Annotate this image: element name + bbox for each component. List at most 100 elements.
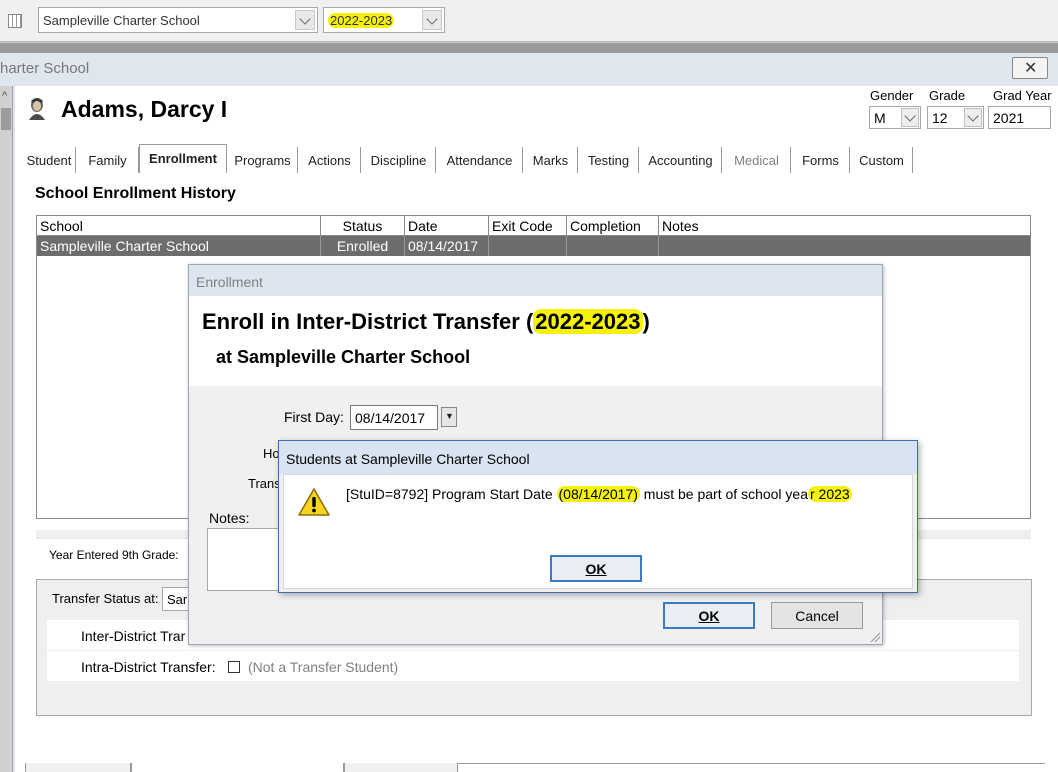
first-day-value: 08/14/2017 (355, 410, 426, 426)
cell-status: Enrolled (321, 236, 405, 256)
enrollment-heading: Enroll in Inter-District Transfer (2022-… (202, 309, 650, 335)
cell-date: 08/14/2017 (405, 236, 489, 256)
left-scrollbar[interactable]: ^ (0, 86, 13, 772)
tab-family[interactable]: Family (77, 147, 139, 173)
enrollment-heading-suffix: ) (642, 309, 650, 334)
enrollment-dialog-title: Enrollment (196, 274, 263, 290)
gender-select[interactable]: M (869, 106, 921, 129)
grad-year-label: Grad Year (993, 88, 1052, 103)
gender-value: M (874, 110, 886, 126)
scroll-thumb[interactable] (1, 108, 11, 130)
chevron-down-icon (967, 110, 979, 122)
alert-titlebar[interactable]: Students at Sampleville Charter School (279, 441, 917, 474)
tab-class-schedule[interactable]: Class Schedule (25, 763, 131, 772)
gender-label: Gender (870, 88, 914, 103)
chevron-down-icon (299, 13, 311, 25)
trans-label: Trans (248, 476, 281, 491)
year-select-dropdown-button[interactable] (422, 10, 442, 30)
first-day-dropdown-button[interactable]: ▼ (441, 407, 457, 427)
chevron-down-icon (904, 110, 916, 122)
tab-enrollment[interactable]: Enrollment (139, 144, 227, 173)
enrollment-dialog-header: Enroll in Inter-District Transfer (2022-… (189, 296, 882, 386)
school-select[interactable]: Sampleville Charter School (38, 7, 318, 33)
tab-programs[interactable]: Programs (228, 147, 298, 173)
warning-icon (298, 488, 330, 516)
triangle-down-icon: ▼ (445, 411, 454, 421)
section-title: School Enrollment History (35, 185, 236, 202)
notes-textarea[interactable] (207, 528, 287, 591)
tab-student[interactable]: Student (23, 147, 76, 173)
tab-school-district-enrollment[interactable]: School and District Enrollment (131, 763, 344, 772)
alert-title: Students at Sampleville Charter School (286, 451, 530, 467)
student-name: Adams, Darcy I (61, 96, 228, 122)
enrollment-heading-year: 2022-2023 (533, 309, 643, 334)
tab-discipline[interactable]: Discipline (362, 147, 436, 173)
enrollment-heading-prefix: Enroll in Inter-District Transfer ( (202, 309, 534, 334)
enrollment-cancel-button[interactable]: Cancel (771, 602, 863, 629)
intra-district-row: Intra-District Transfer: (Not a Transfer… (47, 651, 1019, 681)
grad-year-field[interactable]: 2021 (988, 106, 1051, 129)
first-day-label: First Day: (284, 409, 344, 425)
column-header-school[interactable]: School (37, 216, 321, 236)
intra-district-note: (Not a Transfer Student) (248, 659, 399, 675)
top-toolbar: Sampleville Charter School 2022-2023 (0, 0, 1058, 42)
table-row[interactable]: Sampleville Charter School Enrolled 08/1… (37, 236, 1030, 256)
enrollment-ok-button[interactable]: OK (663, 602, 755, 629)
column-header-notes[interactable]: Notes (659, 216, 1030, 236)
notes-label: Notes: (209, 510, 250, 526)
tab-medical[interactable]: Medical (723, 147, 791, 173)
intra-district-checkbox[interactable] (228, 661, 240, 673)
calendar-grid-icon[interactable] (8, 14, 22, 28)
student-avatar-icon (29, 98, 45, 120)
cell-exit-code (489, 236, 567, 256)
alert-message-part1: [StuID=8792] Program Start Date (346, 486, 557, 502)
scroll-up-icon[interactable]: ^ (2, 90, 7, 102)
transfer-status-value: Sar (167, 592, 188, 607)
grad-year-value: 2021 (993, 110, 1025, 126)
year-entered-label: Year Entered 9th Grade: (49, 548, 179, 562)
school-select-value: Sampleville Charter School (43, 13, 200, 28)
grade-value: 12 (932, 110, 948, 126)
window-title: harter School (0, 60, 90, 77)
gender-dropdown-button[interactable] (901, 108, 919, 127)
tab-actions[interactable]: Actions (299, 147, 361, 173)
enrollment-subheading: at Sampleville Charter School (216, 347, 471, 367)
transfer-status-label: Transfer Status at: (52, 591, 159, 606)
tab-activities-lists[interactable]: Activities & Lists (344, 763, 458, 772)
close-window-button[interactable]: ✕ (1012, 57, 1048, 79)
grade-dropdown-button[interactable] (964, 108, 982, 127)
column-header-completion[interactable]: Completion (567, 216, 659, 236)
chevron-down-icon (426, 13, 438, 25)
tab-marks[interactable]: Marks (524, 147, 578, 173)
tab-custom[interactable]: Custom (851, 147, 913, 173)
year-select[interactable]: 2022-2023 (323, 7, 445, 33)
alert-message-part2: must be part of school yea (639, 486, 808, 502)
grade-label: Grade (929, 88, 966, 103)
alert-message-date: (08/14/2017) (556, 486, 640, 502)
column-header-date[interactable]: Date (405, 216, 489, 236)
alert-message-year: r 2023 (808, 486, 852, 502)
year-select-value: 2022-2023 (328, 13, 395, 28)
resize-grip-icon[interactable] (868, 630, 880, 642)
column-header-exit-code[interactable]: Exit Code (489, 216, 567, 236)
alert-dialog: Students at Sampleville Charter School [… (278, 440, 918, 593)
column-header-status[interactable]: Status (321, 216, 405, 236)
cell-school: Sampleville Charter School (37, 236, 321, 256)
alert-ok-button[interactable]: OK (550, 555, 642, 582)
alert-message: [StuID=8792] Program Start Date (08/14/2… (346, 486, 852, 502)
tab-forms[interactable]: Forms (792, 147, 850, 173)
close-icon: ✕ (1024, 60, 1038, 77)
tab-testing[interactable]: Testing (579, 147, 639, 173)
cell-completion (567, 236, 659, 256)
alert-body: [StuID=8792] Program Start Date (08/14/2… (283, 474, 913, 589)
grade-select[interactable]: 12 (927, 106, 984, 129)
first-day-input[interactable]: 08/14/2017 (350, 405, 438, 430)
tab-attendance[interactable]: Attendance (437, 147, 523, 173)
inter-district-label: Inter-District Trar (81, 628, 186, 644)
intra-district-label: Intra-District Transfer: (81, 659, 216, 675)
tab-accounting[interactable]: Accounting (640, 147, 722, 173)
school-select-dropdown-button[interactable] (295, 10, 315, 30)
cell-notes (659, 236, 1030, 256)
enrollment-dialog-titlebar[interactable]: Enrollment (189, 265, 882, 296)
toolbar-separator (0, 43, 1058, 53)
